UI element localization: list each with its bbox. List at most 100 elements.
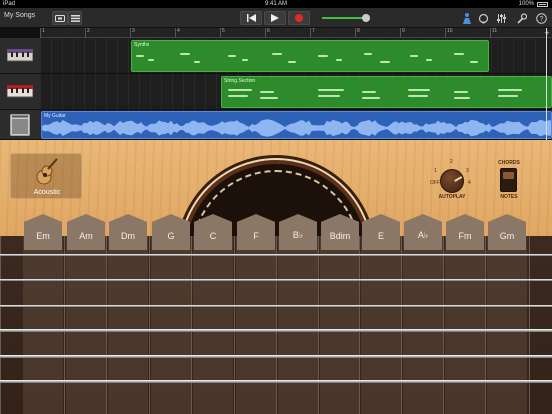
ruler-mark: 4 <box>175 28 180 38</box>
mixer-button[interactable] <box>494 11 508 25</box>
master-volume-slider[interactable] <box>322 14 374 22</box>
instrument-selector-button[interactable]: Acoustic <box>10 153 82 199</box>
chord-strip[interactable] <box>66 236 106 414</box>
record-button[interactable] <box>288 11 310 25</box>
ruler-mark: 10 <box>445 28 453 38</box>
chord-label: E <box>377 231 384 241</box>
chord-button-e[interactable]: E <box>362 214 400 250</box>
loop-icon <box>478 13 488 23</box>
chord-strip[interactable] <box>320 236 360 414</box>
chord-button-em[interactable]: Em <box>24 214 62 250</box>
midi-region-synths[interactable]: Synths <box>131 40 489 72</box>
chord-button-gm[interactable]: Gm <box>488 214 526 250</box>
chords-label: CHORDS <box>498 160 520 166</box>
battery-percent: 100% <box>518 1 534 7</box>
instrument-name: Acoustic <box>33 189 61 196</box>
status-right: 100% <box>519 0 548 8</box>
play-button[interactable] <box>264 11 286 25</box>
volume-knob[interactable] <box>362 14 370 22</box>
chord-strip[interactable] <box>23 236 63 414</box>
track-lane-synths[interactable]: Synths <box>40 38 552 74</box>
chord-label: Fm <box>458 231 472 241</box>
autoplay-position-label: 3 <box>466 168 469 174</box>
autoplay-label: AUTOPLAY <box>438 194 466 200</box>
guitar-string[interactable] <box>0 355 552 358</box>
volume-level <box>322 17 364 19</box>
ruler-mark: 6 <box>265 28 270 38</box>
chord-strip[interactable] <box>193 236 233 414</box>
chord-strip[interactable] <box>445 236 485 414</box>
guitar-string[interactable] <box>0 254 552 256</box>
audio-region-my-guitar[interactable]: My Guitar <box>41 111 552 139</box>
chords-notes-switch[interactable] <box>500 168 517 192</box>
ruler-mark: 5 <box>220 28 225 38</box>
wrench-icon <box>516 12 527 24</box>
track-lane-strings[interactable]: String Section <box>40 74 552 110</box>
chord-strip[interactable] <box>278 236 318 414</box>
guitar-string[interactable] <box>0 279 552 281</box>
rewind-button[interactable] <box>240 11 262 25</box>
person-icon <box>463 12 471 24</box>
chord-strip[interactable] <box>236 236 276 414</box>
guitar-string[interactable] <box>0 329 552 332</box>
battery-icon <box>537 1 548 7</box>
loop-browser-button[interactable] <box>476 11 490 25</box>
chord-label: F <box>253 231 259 241</box>
timeline-ruler[interactable]: 1 2 3 4 5 6 7 8 9 10 11 <box>40 28 552 38</box>
smart-controls-button[interactable] <box>460 11 474 25</box>
chord-button-aflat[interactable]: A♭ <box>404 214 442 250</box>
settings-button[interactable] <box>514 11 528 25</box>
autoplay-off-label: OFF <box>430 180 440 186</box>
chord-label: Am <box>79 231 93 241</box>
region-name: String Section <box>224 78 256 84</box>
fretboard[interactable] <box>0 236 552 414</box>
region-name: Synths <box>134 42 150 48</box>
autoplay-position-label: 1 <box>434 168 437 174</box>
chord-label: Em <box>36 231 50 241</box>
instrument-browser-button[interactable] <box>52 11 68 25</box>
help-button[interactable]: ? <box>534 11 548 25</box>
chord-label: C <box>209 231 217 241</box>
track-header-guitar[interactable] <box>0 110 40 140</box>
track-header-strings[interactable] <box>0 74 40 110</box>
add-section-button[interactable]: + <box>542 28 552 38</box>
ruler-mark: 7 <box>310 28 315 38</box>
my-songs-button[interactable]: My Songs <box>4 12 35 19</box>
chord-label: A♭ <box>417 230 429 240</box>
chord-strip[interactable] <box>487 236 527 414</box>
notes-label: NOTES <box>500 194 518 200</box>
playhead[interactable] <box>546 28 547 140</box>
instrument-icon <box>55 14 65 22</box>
amp-icon <box>10 114 30 136</box>
keyboard-instrument-icon <box>7 49 33 62</box>
chord-strip[interactable] <box>361 236 401 414</box>
autoplay-position-label: 2 <box>450 159 453 165</box>
tracks-view-button[interactable] <box>68 11 82 25</box>
chord-button-fm[interactable]: Fm <box>446 214 484 250</box>
ruler-mark: 9 <box>400 28 405 38</box>
chord-button-g[interactable]: G <box>152 214 190 250</box>
ruler-mark: 3 <box>130 28 135 38</box>
acoustic-guitar-icon <box>36 158 58 185</box>
chord-button-am[interactable]: Am <box>67 214 105 250</box>
chord-button-dm[interactable]: Dm <box>109 214 147 250</box>
chord-strip[interactable] <box>403 236 443 414</box>
autoplay-knob[interactable] <box>440 169 464 193</box>
waveform <box>42 119 551 137</box>
chord-strip[interactable] <box>151 236 191 414</box>
midi-region-string-section[interactable]: String Section <box>221 76 552 108</box>
ruler-mark: 2 <box>85 28 90 38</box>
ruler-mark: 1 <box>40 28 45 38</box>
status-bar: iPad 9:41 AM 100% <box>0 0 552 8</box>
track-header-synths[interactable] <box>0 38 40 74</box>
chord-strip[interactable] <box>108 236 148 414</box>
mixer-icon <box>496 13 506 23</box>
chord-label: Gm <box>499 231 515 241</box>
guitar-string[interactable] <box>0 305 552 307</box>
track-lane-guitar[interactable]: My Guitar <box>40 110 552 140</box>
autoplay-position-label: 4 <box>468 180 471 186</box>
ruler-mark: 11 <box>490 28 497 38</box>
tracks-view-icon <box>70 14 80 22</box>
acoustic-guitar-instrument: Acoustic OFF 1 2 3 4 AUTOPLAY CHORDS NOT… <box>0 140 552 414</box>
guitar-string[interactable] <box>0 380 552 383</box>
